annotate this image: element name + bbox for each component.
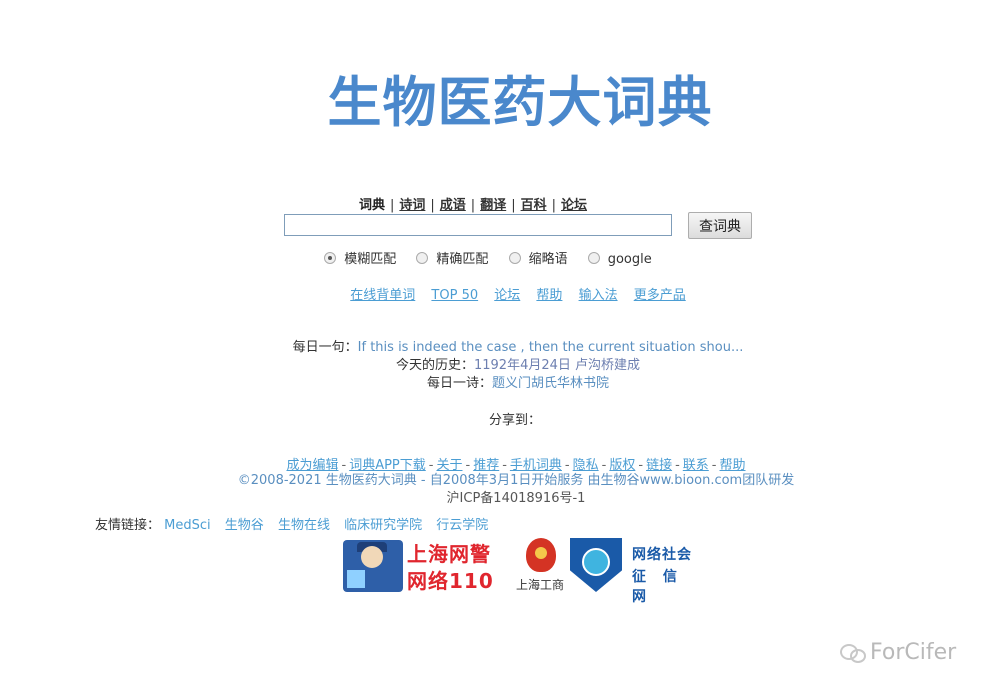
google-radio[interactable]: [587, 252, 600, 264]
abbreviation-label: 缩略语: [528, 252, 568, 267]
tab-separator: |: [551, 198, 556, 213]
police-icon: [343, 540, 403, 592]
business-license-badge[interactable]: 上海工商: [516, 538, 568, 594]
footer-link-app[interactable]: 词典APP下载: [349, 458, 426, 473]
footer-link-help[interactable]: 帮助: [720, 458, 746, 473]
copyright-block: ©2008-2021 生物医药大词典 - 自2008年3月1日开始服务 由生物谷…: [0, 472, 1000, 508]
tab-idiom[interactable]: 成语: [440, 198, 466, 213]
tab-encyclopedia[interactable]: 百科: [521, 198, 547, 213]
footer-link-about[interactable]: 关于: [436, 458, 462, 473]
search-button[interactable]: 查词典: [688, 212, 752, 239]
footer-dash: -: [502, 458, 507, 473]
wechat-icon: [840, 642, 866, 663]
tool-link-vocab[interactable]: 在线背单词: [350, 288, 415, 303]
copyright-text: ©2008-2021 生物医药大词典 - 自2008年3月1日开始服务 由生物谷…: [237, 473, 795, 488]
footer-link-mobile[interactable]: 手机词典: [510, 458, 562, 473]
tab-separator: |: [511, 198, 516, 213]
footer-link-links[interactable]: 链接: [646, 458, 672, 473]
tab-translate[interactable]: 翻译: [480, 198, 506, 213]
shield-icon: [570, 538, 622, 592]
footer-link-editor[interactable]: 成为编辑: [286, 458, 338, 473]
footer-link-recommend[interactable]: 推荐: [473, 458, 499, 473]
footer-links: 成为编辑 - 词典APP下载 - 关于 - 推荐 - 手机词典 - 隐私 - 版权 - 链接 - 联系 - 帮助: [0, 454, 1000, 473]
history-row: 今天的历史：1192年4月24日 卢沟桥建成: [0, 357, 1000, 375]
tab-separator: |: [430, 198, 435, 213]
police-badge-line1: 上海网警: [407, 542, 491, 566]
credit-badge-line2: 征 信 网: [632, 569, 683, 605]
friend-link-bio-online[interactable]: 生物在线: [278, 518, 330, 533]
daily-poem-label: 每日一诗：: [426, 376, 492, 391]
footer-dash: -: [564, 458, 570, 473]
credit-network-badge[interactable]: 网络社会 征 信 网: [570, 538, 700, 605]
credit-badge-line1: 网络社会: [632, 547, 692, 563]
fuzzy-match-radio[interactable]: [324, 252, 337, 264]
daily-poem-link[interactable]: 题义门胡氏华林书院: [492, 376, 609, 391]
icp-number[interactable]: 沪ICP备14018916号-1: [0, 490, 1000, 508]
business-badge-caption: 上海工商: [516, 578, 565, 592]
friend-links-label: 友情链接：: [95, 518, 161, 533]
tool-link-ime[interactable]: 输入法: [579, 288, 618, 303]
watermark: ForCifer: [840, 640, 956, 665]
tool-links: 在线背单词 TOP 50 论坛 帮助 输入法 更多产品: [0, 284, 1000, 303]
friend-links: 友情链接： MedSci 生物谷 生物在线 临床研究学院 行云学院: [95, 514, 498, 533]
site-logo[interactable]: 生物医药大词典: [0, 58, 1000, 137]
tab-poetry[interactable]: 诗词: [399, 198, 425, 213]
tool-link-top50[interactable]: TOP 50: [431, 288, 478, 303]
police-badge-line2: 网络110: [407, 569, 494, 593]
tool-link-forum[interactable]: 论坛: [494, 288, 520, 303]
footer-dash: -: [465, 458, 471, 473]
footer-dash: -: [675, 458, 680, 473]
footer-dash: -: [711, 458, 717, 473]
daily-sentence-row: 每日一句：If this is indeed the case , then t…: [0, 339, 1000, 357]
tab-separator: |: [389, 198, 395, 213]
tool-link-more[interactable]: 更多产品: [634, 288, 686, 303]
footer-dash: -: [428, 458, 434, 473]
exact-match-label: 精确匹配: [436, 252, 489, 267]
daily-poem-row: 每日一诗：题义门胡氏华林书院: [0, 375, 1000, 393]
footer-dash: -: [638, 458, 644, 473]
daily-sentence-link[interactable]: If this is indeed the case , then the cu…: [358, 340, 744, 355]
dictionary-tabs: 词典 | 诗词 | 成语 | 翻译 | 百科 | 论坛: [0, 194, 946, 213]
footer-link-contact[interactable]: 联系: [683, 458, 709, 473]
friend-link-xingyun[interactable]: 行云学院: [436, 518, 488, 533]
google-label: google: [607, 252, 652, 267]
friend-link-clinical[interactable]: 临床研究学院: [344, 518, 422, 533]
footer-link-copyright[interactable]: 版权: [609, 458, 635, 473]
footer-dash: -: [341, 458, 347, 473]
share-label: 分享到：: [488, 413, 541, 428]
emblem-icon: [526, 538, 556, 572]
tab-separator: |: [470, 198, 476, 213]
match-mode-options: 模糊匹配 精确匹配 缩略语 google: [0, 248, 968, 267]
exact-match-radio[interactable]: [416, 252, 429, 264]
daily-sentence-label: 每日一句：: [292, 340, 358, 355]
tab-forum[interactable]: 论坛: [561, 198, 587, 213]
friend-link-medsci[interactable]: MedSci: [164, 518, 210, 533]
search-input[interactable]: [284, 214, 672, 236]
watermark-text: ForCifer: [870, 640, 957, 665]
tab-dictionary[interactable]: 词典: [359, 198, 385, 213]
daily-section: 每日一句：If this is indeed the case , then t…: [0, 339, 1000, 393]
friend-link-bioon[interactable]: 生物谷: [225, 518, 264, 533]
cyber-police-badge[interactable]: 上海网警 网络110: [343, 538, 509, 593]
abbreviation-radio[interactable]: [508, 252, 521, 264]
footer-dash: -: [601, 458, 607, 473]
footer-link-privacy[interactable]: 隐私: [573, 458, 599, 473]
fuzzy-match-label: 模糊匹配: [344, 252, 397, 267]
history-link[interactable]: 1192年4月24日 卢沟桥建成: [474, 358, 640, 373]
history-label: 今天的历史：: [395, 358, 474, 373]
tool-link-help[interactable]: 帮助: [536, 288, 562, 303]
